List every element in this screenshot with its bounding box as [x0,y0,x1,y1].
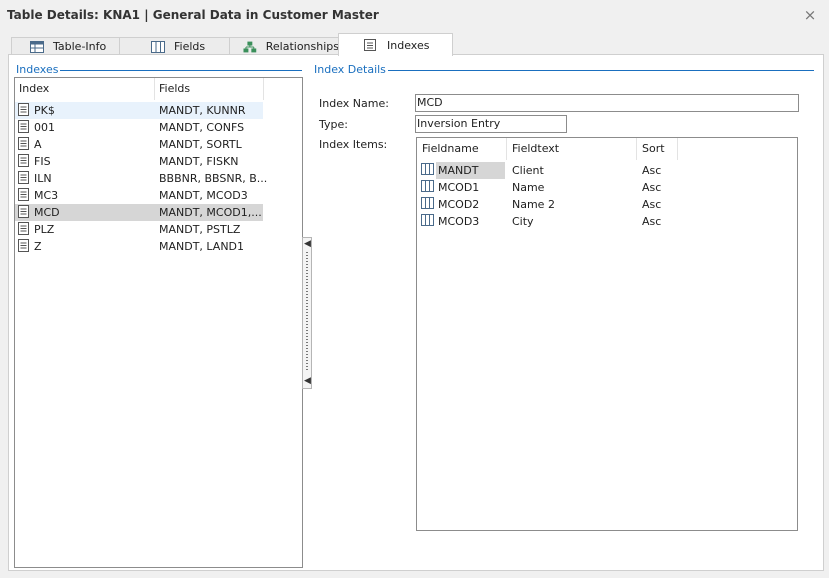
index-icon [18,221,30,238]
window-title: Table Details: KNA1 | General Data in Cu… [7,8,379,22]
index-name: FIS [34,155,51,168]
item-sort: Asc [642,215,662,228]
item-sort: Asc [642,198,662,211]
index-item-row[interactable]: MANDT Client Asc [417,162,797,179]
column-field-icon [421,179,435,196]
item-fieldname: MCOD3 [438,215,480,228]
indexes-list[interactable]: Index Fields PK$ MANDT, KUNNR 001 MANDT, CO… [14,77,303,568]
index-row[interactable]: ILN BBBNR, BBSNR, B... [15,170,267,187]
index-row[interactable]: A MANDT, SORTL [15,136,263,153]
index-row[interactable]: PLZ MANDT, PSTLZ [15,221,263,238]
index-name: MCD [34,206,60,219]
item-fieldtext: Name 2 [512,198,555,211]
item-fieldname: MCOD2 [438,198,480,211]
column-header-index[interactable]: Index [19,78,49,100]
index-fields: MANDT, FISKN [159,155,239,168]
index-item-row[interactable]: MCOD2 Name 2 Asc [417,196,797,213]
index-fields: MANDT, LAND1 [159,240,245,253]
relationships-icon [243,41,257,52]
tab-label: Indexes [387,38,430,52]
close-button[interactable]: × [800,5,820,25]
index-name-field[interactable]: MCD [415,94,799,112]
index-name: 001 [34,121,55,134]
index-fields: MANDT, MCOD3 [159,189,248,202]
column-header-sort[interactable]: Sort [642,138,665,160]
tab-label: Fields [174,40,206,53]
item-sort: Asc [642,181,662,194]
index-name: A [34,138,42,151]
collapse-left-icon[interactable]: ◀ [304,240,311,249]
index-icon [18,187,30,204]
index-name: PLZ [34,223,55,236]
type-label: Type: [319,118,348,131]
index-fields: MANDT, CONFS [159,121,245,134]
index-row[interactable]: PK$ MANDT, KUNNR [15,102,263,119]
item-fieldtext: Client [512,164,544,177]
column-header-fields[interactable]: Fields [159,78,190,100]
index-fields: MANDT, MCOD1,... [159,206,262,219]
index-icon [18,170,30,187]
tab-label: Table-Info [53,40,107,53]
details-group-title: Index Details [312,63,388,76]
item-fieldname: MANDT [436,162,505,179]
item-fieldtext: City [512,215,534,228]
index-row[interactable]: MC3 MANDT, MCOD3 [15,187,263,204]
type-field[interactable]: Inversion Entry [415,115,567,133]
index-items-label: Index Items: [319,138,388,151]
index-icon [18,153,30,170]
tab-table-info[interactable]: Table-Info [11,37,120,55]
column-divider [677,138,678,160]
tab-indexes[interactable]: Indexes [338,33,453,56]
column-divider [263,78,264,100]
tab-fields[interactable]: Fields [119,37,230,55]
column-field-icon [421,162,435,179]
index-row[interactable]: 001 MANDT, CONFS [15,119,263,136]
column-divider [154,78,155,100]
item-sort: Asc [642,164,662,177]
index-name: MC3 [34,189,59,202]
collapse-left-icon[interactable]: ◀ [304,377,311,386]
column-field-icon [421,213,435,230]
index-row[interactable]: Z MANDT, LAND1 [15,238,263,255]
grip-dots [306,252,308,372]
index-fields: MANDT, SORTL [159,138,242,151]
column-header-fieldname[interactable]: Fieldname [422,138,479,160]
tab-relationships[interactable]: Relationships [229,37,340,55]
index-fields: MANDT, PSTLZ [159,223,241,236]
index-items-grid[interactable]: Fieldname Fieldtext Sort MANDT Client Asc M… [416,137,798,531]
tab-label: Relationships [265,40,339,53]
index-fields: BBBNR, BBSNR, B... [159,172,268,185]
index-row[interactable]: MCD MANDT, MCOD1,... [15,204,263,221]
item-fieldname: MCOD1 [438,181,480,194]
table-icon [30,40,44,53]
index-icon [18,102,30,119]
index-icon [18,136,30,153]
index-icon [18,119,30,136]
title-bar: Table Details: KNA1 | General Data in Cu… [0,0,829,30]
column-field-icon [421,196,435,213]
index-item-row[interactable]: MCOD1 Name Asc [417,179,797,196]
index-name-label: Index Name: [319,97,389,110]
index-row[interactable]: FIS MANDT, FISKN [15,153,263,170]
index-icon [18,204,30,221]
column-divider [506,138,507,160]
index-icon [18,238,30,255]
indexes-group-title: Indexes [14,63,61,76]
index-item-row[interactable]: MCOD3 City Asc [417,213,797,230]
index-fields: MANDT, KUNNR [159,104,246,117]
column-divider [636,138,637,160]
column-header-fieldtext[interactable]: Fieldtext [512,138,559,160]
item-fieldtext: Name [512,181,545,194]
index-name: ILN [34,172,52,185]
splitter-handle[interactable]: ◀ ◀ [302,237,312,389]
index-name: Z [34,240,42,253]
index-icon [364,39,376,51]
columns-icon [151,40,165,53]
index-name: PK$ [34,104,55,117]
